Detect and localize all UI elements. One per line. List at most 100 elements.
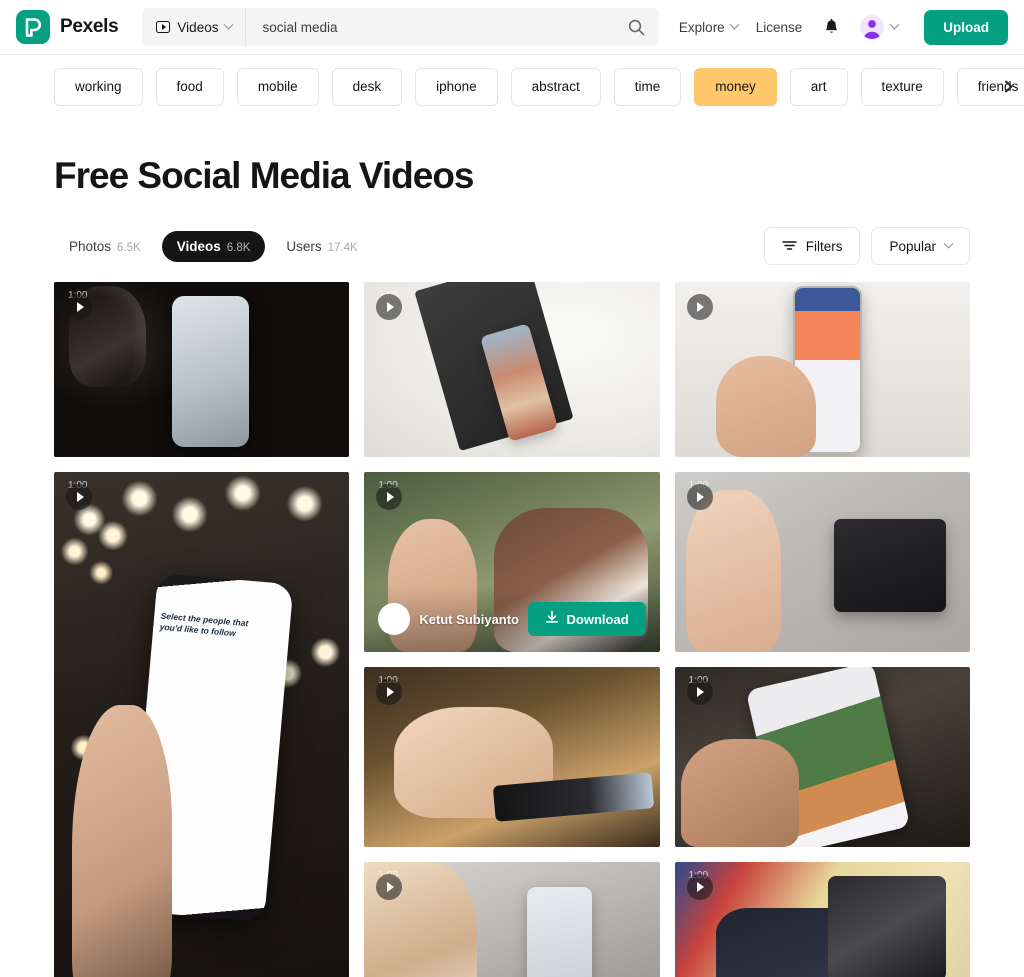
tab-photos[interactable]: Photos 6.5K xyxy=(54,231,156,262)
top-header: Pexels Videos Explore License xyxy=(0,0,1024,55)
tag-pill-mobile[interactable]: mobile xyxy=(236,67,319,106)
notification-bell-icon[interactable] xyxy=(820,16,842,38)
tag-pill-money[interactable]: money xyxy=(694,67,777,106)
tab-count: 6.8K xyxy=(226,241,251,254)
video-thumbnail xyxy=(674,862,970,977)
tag-filter-bar: working food mobile desk iphone abstract time m… xyxy=(0,55,1024,118)
video-card-desk-flatlay[interactable]: 1:00 xyxy=(364,282,660,457)
play-badge-icon[interactable] xyxy=(686,874,713,900)
play-badge-icon[interactable] xyxy=(66,484,92,510)
tab-count: 17.4K xyxy=(327,241,358,254)
tag-pill-label: art xyxy=(810,79,827,94)
video-card-woman-selfie-iphone[interactable]: 1:00 xyxy=(364,862,660,977)
tag-pill-label: money xyxy=(715,79,756,94)
download-icon xyxy=(545,610,559,628)
tag-pill-time[interactable]: time xyxy=(613,67,682,106)
grid-column-1: 1:00Select the people that you'd like to… xyxy=(54,282,350,977)
tag-pill-label: time xyxy=(634,79,661,94)
nav-item-license[interactable]: License xyxy=(756,20,803,35)
filters-button[interactable]: Filters xyxy=(763,227,861,265)
nav-item-explore-label: Explore xyxy=(678,19,725,35)
search-bar: Videos xyxy=(142,8,659,46)
header-nav: Explore License Upload xyxy=(678,9,1008,45)
filters-button-label: Filters xyxy=(805,238,843,254)
nav-item-license-label: License xyxy=(755,19,803,35)
video-card-three-friends[interactable]: 1:00Ketut SubiyantoDownload xyxy=(364,472,660,652)
video-thumbnail xyxy=(54,472,350,977)
author-avatar-icon xyxy=(378,603,411,635)
filter-icon xyxy=(781,239,797,254)
card-hover-overlay: Ketut Subiyanto Download xyxy=(364,586,660,652)
tag-pill-working[interactable]: working xyxy=(54,67,143,106)
sort-dropdown-label: Popular xyxy=(889,238,936,254)
upload-button[interactable]: Upload xyxy=(924,9,1008,45)
video-thumbnail xyxy=(364,862,660,977)
author-link[interactable]: Ketut Subiyanto xyxy=(378,603,519,635)
chevron-down-icon xyxy=(729,19,740,30)
nav-item-explore[interactable]: Explore xyxy=(678,19,740,35)
video-thumbnail xyxy=(674,282,970,457)
user-avatar-menu[interactable] xyxy=(860,15,900,39)
tag-pill-art[interactable]: art xyxy=(789,67,848,106)
result-type-tabs: Photos 6.5K Videos 6.8K Users 17.4K xyxy=(54,230,373,262)
tab-label: Users xyxy=(286,238,322,254)
download-button-label: Download xyxy=(566,611,629,627)
video-results-grid: 1:00Select the people that you'd like to… xyxy=(54,282,970,977)
chevron-down-icon xyxy=(889,19,900,30)
video-thumbnail xyxy=(674,472,970,652)
play-badge-icon[interactable] xyxy=(66,294,92,320)
brand-logo[interactable]: Pexels xyxy=(16,10,119,44)
main-content: Free Social Media Videos Photos 6.5K Video… xyxy=(0,155,1024,977)
video-card-shoes-phone[interactable]: 1:00 xyxy=(54,282,350,457)
tag-pill-label: mobile xyxy=(257,79,298,94)
tag-pill-label: abstract xyxy=(531,79,580,94)
tag-pill-label: iphone xyxy=(436,79,477,94)
results-toolbar: Photos 6.5K Videos 6.8K Users 17.4K Filters P… xyxy=(54,227,970,265)
tag-pill-label: food xyxy=(176,79,203,94)
media-type-select[interactable]: Videos xyxy=(142,8,247,46)
tag-pill-iphone[interactable]: iphone xyxy=(415,67,498,106)
video-thumbnail xyxy=(364,282,660,457)
video-thumbnail xyxy=(364,667,660,847)
tags-next-arrow-icon[interactable] xyxy=(998,77,1018,97)
tab-videos[interactable]: Videos 6.8K xyxy=(161,230,266,262)
tab-label: Photos xyxy=(69,238,112,254)
tab-label: Videos xyxy=(176,238,221,254)
grid-column-2: 1:001:00Ketut SubiyantoDownload1:001:00 xyxy=(364,282,660,977)
play-badge-icon[interactable] xyxy=(686,294,713,320)
video-card-string-lights-phone[interactable]: Select the people that you'd like to fol… xyxy=(54,472,350,977)
tag-pill-food[interactable]: food xyxy=(155,67,224,106)
sort-dropdown[interactable]: Popular xyxy=(871,227,970,265)
tag-pill-texture[interactable]: texture xyxy=(860,67,944,106)
video-card-finger-touch-phone[interactable]: 1:00 xyxy=(364,667,660,847)
tag-pill-label: texture xyxy=(881,79,923,94)
tab-users[interactable]: Users 17.4K xyxy=(271,231,372,262)
brand-name: Pexels xyxy=(60,16,119,37)
result-controls: Filters Popular xyxy=(763,227,970,265)
download-button[interactable]: Download xyxy=(527,602,646,636)
tag-pill-abstract[interactable]: abstract xyxy=(510,67,601,106)
page-title: Free Social Media Videos xyxy=(54,155,475,196)
grid-column-3: 1:001:001:001:00 xyxy=(674,282,970,977)
user-avatar-icon xyxy=(860,15,885,39)
chevron-down-icon xyxy=(943,238,954,249)
tag-pill-label: working xyxy=(75,79,122,94)
tag-pill-desk[interactable]: desk xyxy=(331,67,403,106)
tag-pill-label: desk xyxy=(352,79,382,94)
video-card-scrolling-feed[interactable]: 1:00 xyxy=(674,667,970,847)
video-card-press-photographers[interactable]: 1:00 xyxy=(674,862,970,977)
author-name: Ketut Subiyanto xyxy=(419,611,519,627)
video-card-facebook-feed-phone[interactable]: 1:00 xyxy=(674,282,970,457)
video-card-girl-recording[interactable]: 1:00 xyxy=(674,472,970,652)
pexels-p-logo-icon xyxy=(16,10,50,44)
play-badge-icon[interactable] xyxy=(686,679,713,705)
media-type-label: Videos xyxy=(177,19,219,35)
play-badge-icon[interactable] xyxy=(686,484,713,510)
video-thumbnail xyxy=(54,282,350,457)
tab-count: 6.5K xyxy=(117,241,141,254)
chevron-down-icon xyxy=(224,19,234,30)
search-input[interactable] xyxy=(246,8,615,46)
search-submit-button[interactable] xyxy=(615,8,659,46)
video-thumbnail xyxy=(674,667,970,847)
video-camera-icon xyxy=(156,21,171,33)
